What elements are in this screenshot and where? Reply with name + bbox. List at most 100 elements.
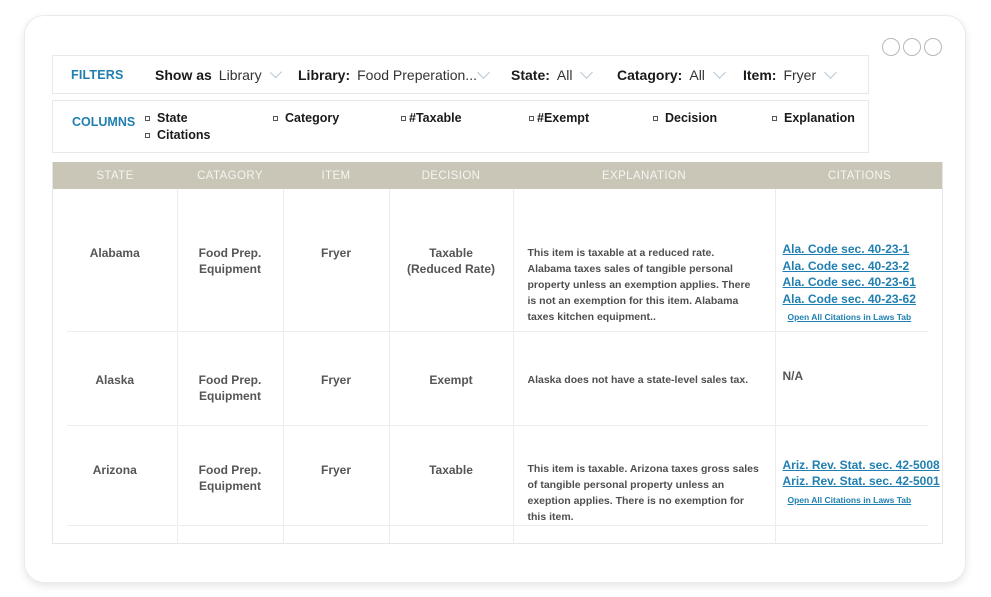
- citation-link[interactable]: Ala. Code sec. 40-23-2: [783, 258, 943, 275]
- columns-label: COLUMNS: [72, 115, 136, 129]
- filter-value: Library: [218, 66, 262, 83]
- checkbox-icon: [145, 132, 150, 138]
- cell-category: Food Prep. Equipment: [176, 189, 283, 332]
- column-toggle-taxable[interactable]: #Taxable: [401, 111, 462, 125]
- item-text: Fryer: [320, 372, 352, 387]
- table-row: Alabama Food Prep. Equipment Fryer Taxab…: [53, 189, 943, 332]
- table-row: Alaska Food Prep. Equipment Fryer Exempt…: [53, 331, 942, 426]
- column-header-state[interactable]: STATE: [53, 162, 177, 189]
- results-table: STATE CATAGORY ITEM DECISION EXPLANATION…: [52, 162, 943, 544]
- column-header-decision[interactable]: DECISION: [389, 162, 513, 189]
- table-header-row: STATE CATAGORY ITEM DECISION EXPLANATION…: [53, 162, 942, 189]
- column-toggle-label: Citations: [157, 128, 211, 142]
- citation-link[interactable]: Ala. Code sec. 40-23-61: [783, 274, 943, 291]
- cell-citations: N/A: [774, 331, 942, 425]
- column-toggle-label: #Taxable: [409, 111, 462, 125]
- item-text: Fryer: [320, 462, 352, 477]
- decision-text: Taxable: [429, 462, 473, 477]
- column-header-item[interactable]: ITEM: [283, 162, 389, 189]
- column-toggle-label: State: [157, 111, 188, 125]
- checkbox-icon: [145, 115, 150, 121]
- filter-value: Food Preperation...: [357, 66, 477, 83]
- decision-text: Exempt: [429, 372, 473, 387]
- explanation-text: Alaska does not have a state-level sales…: [527, 373, 749, 386]
- columns-bar: COLUMNS State Category #Taxable #Exempt …: [52, 100, 869, 153]
- cell-decision: Taxable: [388, 425, 513, 526]
- cell-explanation: Alaska does not have a state-level sales…: [512, 331, 775, 426]
- table-row: Arizona Food Prep. Equipment Fryer Taxab…: [53, 425, 943, 526]
- column-toggle-exempt[interactable]: #Exempt: [529, 111, 589, 125]
- cell-category: Food Prep. Equipment: [176, 331, 283, 426]
- cell-decision: Exempt: [388, 331, 513, 426]
- chevron-down-icon: [477, 65, 490, 79]
- window-control-circle-icon[interactable]: [924, 38, 942, 56]
- cell-explanation: This item is taxable at a reduced rate. …: [512, 189, 775, 332]
- filters-bar: FILTERS Show as Library Library: Food Pr…: [52, 55, 869, 94]
- filter-value: All: [689, 66, 705, 83]
- cell-item: Fryer: [282, 425, 389, 526]
- filter-label: Show as: [155, 66, 212, 83]
- filters-label: FILTERS: [71, 67, 124, 82]
- filter-label: Library:: [298, 66, 351, 83]
- cell-state: Arizona: [53, 425, 177, 525]
- column-header-citations[interactable]: CITATIONS: [775, 162, 942, 189]
- category-text: Equipment: [199, 262, 261, 276]
- column-header-category[interactable]: CATAGORY: [177, 162, 283, 189]
- category-text: Food Prep.: [198, 462, 262, 477]
- window-control-circle-icon[interactable]: [903, 38, 921, 56]
- item-text: Fryer: [320, 246, 352, 260]
- chevron-down-icon: [713, 65, 726, 79]
- explanation-text: This item is taxable. Arizona taxes gros…: [527, 462, 759, 523]
- filter-show-as[interactable]: Show as Library: [155, 65, 282, 83]
- filter-category[interactable]: Catagory: All: [617, 65, 726, 83]
- column-toggle-decision[interactable]: Decision: [653, 111, 717, 125]
- category-text: Food Prep.: [198, 372, 262, 387]
- decision-text: Taxable: [429, 246, 473, 260]
- checkbox-icon: [772, 115, 777, 121]
- filter-value: All: [556, 66, 573, 83]
- cell-decision: Taxable (Reduced Rate): [388, 189, 513, 332]
- window-control-circle-icon[interactable]: [882, 38, 900, 56]
- citation-link[interactable]: Ala. Code sec. 40-23-1: [783, 241, 943, 258]
- filter-label: State:: [511, 66, 550, 83]
- citation-link[interactable]: Ariz. Rev. Stat. sec. 42-5001: [783, 473, 943, 490]
- cell-citations: Ala. Code sec. 40-23-1 Ala. Code sec. 40…: [774, 189, 943, 332]
- cell-empty: [512, 525, 775, 543]
- column-header-explanation[interactable]: EXPLANATION: [513, 162, 775, 189]
- cell-item: Fryer: [282, 189, 389, 332]
- checkbox-icon: [273, 115, 278, 121]
- cell-category: Food Prep. Equipment: [176, 425, 283, 526]
- checkbox-icon: [653, 115, 658, 121]
- decision-text: (Reduced Rate): [406, 262, 495, 276]
- chevron-down-icon: [580, 65, 594, 79]
- cell-empty: [774, 525, 942, 543]
- state-name: Arizona: [92, 462, 137, 477]
- column-toggle-label: #Exempt: [537, 111, 590, 125]
- column-toggle-state[interactable]: State: [145, 111, 188, 125]
- column-toggle-citations[interactable]: Citations: [145, 128, 210, 142]
- checkbox-icon: [401, 115, 406, 121]
- state-name: Alabama: [89, 246, 140, 260]
- cell-empty: [176, 525, 283, 543]
- cell-state: Alaska: [53, 331, 177, 425]
- open-all-citations-link[interactable]: Open All Citations in Laws Tab: [788, 495, 912, 505]
- chevron-down-icon: [824, 65, 837, 79]
- filter-label: Item:: [743, 66, 777, 83]
- cell-state: Alabama: [53, 189, 177, 332]
- column-toggle-label: Category: [285, 111, 340, 125]
- citation-link[interactable]: Ala. Code sec. 40-23-62: [783, 291, 943, 308]
- column-toggle-label: Decision: [665, 111, 718, 125]
- open-all-citations-link[interactable]: Open All Citations in Laws Tab: [788, 312, 912, 322]
- cell-empty: [53, 525, 177, 543]
- citation-link[interactable]: Ariz. Rev. Stat. sec. 42-5008: [783, 457, 943, 474]
- filter-state[interactable]: State: All: [511, 65, 599, 83]
- column-toggle-explanation[interactable]: Explanation: [772, 111, 855, 125]
- table-row-empty: [53, 525, 942, 543]
- category-text: Equipment: [199, 388, 261, 403]
- state-name: Alaska: [95, 372, 135, 387]
- column-toggle-category[interactable]: Category: [273, 111, 339, 125]
- category-text: Equipment: [199, 478, 261, 493]
- filter-library[interactable]: Library: Food Preperation...: [298, 65, 493, 83]
- filter-item[interactable]: Item: Fryer: [743, 65, 837, 83]
- cell-empty: [282, 525, 389, 543]
